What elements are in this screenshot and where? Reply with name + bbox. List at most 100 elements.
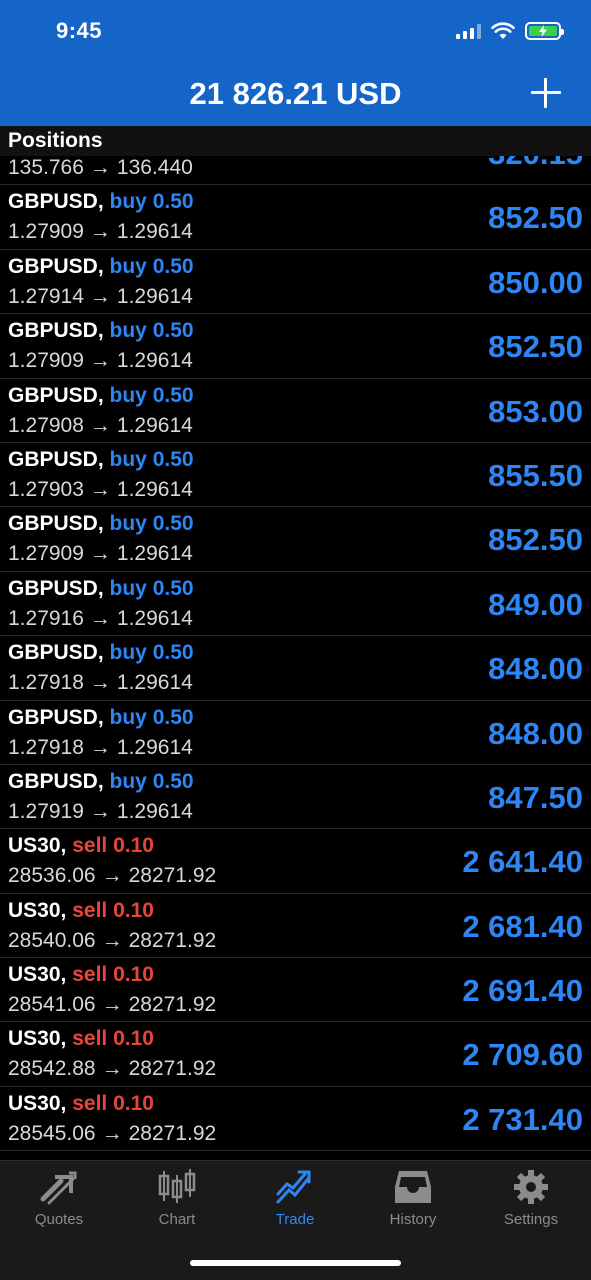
- position-row[interactable]: GBPUSD, buy 0.50 1.27908 → 1.29614 853.00: [0, 379, 591, 443]
- position-prices: 28542.88 → 28271.92: [8, 1057, 216, 1081]
- current-price: 1.29614: [116, 799, 193, 823]
- position-row[interactable]: GBPUSD, buy 0.50 1.27919 → 1.29614 847.50: [0, 765, 591, 830]
- position-row[interactable]: GBPUSD, buy 0.50 1.27916 → 1.29614 849.00: [0, 572, 591, 637]
- positions-list[interactable]: Positions 135.766→136.440320.15GBPUSD, b…: [0, 126, 591, 1160]
- position-side: buy: [109, 769, 147, 793]
- current-price: 1.29614: [116, 284, 193, 308]
- arrow-right-icon: →: [89, 542, 111, 566]
- positions-rows: 135.766→136.440320.15GBPUSD, buy 0.501.2…: [0, 126, 591, 1152]
- position-side: buy: [109, 576, 147, 600]
- home-indicator: [190, 1260, 401, 1266]
- position-symbol: GBPUSD,: [8, 190, 104, 214]
- history-icon: [395, 1171, 431, 1203]
- position-row[interactable]: GBPUSD, buy 0.50 1.27903 → 1.29614 855.50: [0, 443, 591, 508]
- position-prices: 1.27919 → 1.29614: [8, 800, 193, 824]
- position-header: GBPUSD, buy 0.50: [8, 641, 194, 665]
- arrow-right-icon: →: [89, 606, 111, 630]
- tab-settings[interactable]: Settings: [472, 1169, 590, 1228]
- position-symbol: US30,: [8, 1091, 67, 1115]
- arrow-right-icon: →: [101, 928, 123, 952]
- tab-quotes[interactable]: Quotes: [0, 1169, 118, 1228]
- position-profit: 852.50: [488, 329, 583, 365]
- arrow-right-icon: →: [89, 220, 111, 244]
- position-row[interactable]: US30, sell 0.10 28545.06 → 28271.92 2 731.40: [0, 1087, 591, 1152]
- add-position-button[interactable]: [531, 78, 561, 108]
- position-profit: 853.00: [488, 393, 583, 429]
- current-price: 1.29614: [116, 477, 193, 501]
- current-price: 1.29614: [116, 220, 193, 244]
- position-row[interactable]: GBPUSD, buy 0.50 1.27918 → 1.29614 848.00: [0, 636, 591, 701]
- arrow-right-icon: →: [89, 799, 111, 823]
- open-price: 28545.06: [8, 1121, 96, 1145]
- current-price: 1.29614: [116, 542, 193, 566]
- current-price: 28271.92: [128, 1121, 217, 1145]
- trade-icon: [276, 1170, 311, 1204]
- tab-label: Quotes: [34, 1211, 84, 1228]
- tab-chart[interactable]: Chart: [118, 1169, 236, 1228]
- position-row[interactable]: GBPUSD, buy 0.50 1.27909 → 1.29614 852.50: [0, 185, 591, 250]
- position-prices: 1.27903 → 1.29614: [8, 478, 193, 502]
- position-row[interactable]: US30, sell 0.10 28541.06 → 28271.92 2 691.40: [0, 958, 591, 1023]
- position-prices: 1.27909 → 1.29614: [8, 349, 193, 373]
- open-price: 1.27909: [8, 349, 84, 373]
- position-header: GBPUSD, buy 0.50: [8, 190, 194, 214]
- position-volume: 0.50: [152, 319, 194, 343]
- position-profit: 849.00: [488, 586, 583, 622]
- position-prices: 1.27918 → 1.29614: [8, 671, 193, 695]
- open-price: 1.27909: [8, 542, 84, 566]
- position-row[interactable]: GBPUSD, buy 0.50 1.27909 → 1.29614 852.50: [0, 507, 591, 572]
- position-header: GBPUSD, buy 0.50: [8, 577, 194, 601]
- position-side: buy: [109, 383, 147, 407]
- current-price: 28271.92: [128, 928, 217, 952]
- arrow-right-icon: →: [89, 477, 111, 501]
- position-symbol: GBPUSD,: [8, 576, 104, 600]
- position-row[interactable]: GBPUSD, buy 0.50 1.27918 → 1.29614 848.00: [0, 701, 591, 765]
- open-price: 1.27909: [8, 220, 84, 244]
- tab-label: Chart: [158, 1211, 196, 1228]
- position-symbol: GBPUSD,: [8, 319, 104, 343]
- position-profit: 855.50: [488, 457, 583, 493]
- position-prices: 28540.06 → 28271.92: [8, 929, 216, 953]
- position-volume: 0.10: [113, 1091, 154, 1115]
- position-profit: 2 731.40: [462, 1101, 583, 1137]
- position-prices: 1.27908 → 1.29614: [8, 414, 193, 438]
- tab-history[interactable]: History: [354, 1169, 472, 1228]
- position-volume: 0.50: [152, 190, 194, 214]
- tab-label: Settings: [503, 1211, 559, 1228]
- position-row[interactable]: US30, sell 0.10 28542.88 → 28271.92 2 709.60: [0, 1022, 591, 1087]
- position-prices: 1.27909 → 1.29614: [8, 542, 193, 566]
- position-profit: 847.50: [488, 779, 583, 815]
- open-price: 1.27908: [8, 413, 84, 437]
- position-volume: 0.50: [152, 447, 194, 471]
- position-symbol: GBPUSD,: [8, 383, 104, 407]
- settings-icon: [514, 1170, 548, 1204]
- open-price: 28540.06: [8, 928, 96, 952]
- position-side: sell: [72, 1027, 108, 1051]
- position-row[interactable]: GBPUSD, buy 0.50 1.27909 → 1.29614 852.50: [0, 314, 591, 379]
- position-symbol: US30,: [8, 1027, 67, 1051]
- open-price: 1.27903: [8, 477, 84, 501]
- position-volume: 0.10: [113, 898, 154, 922]
- position-side: buy: [109, 705, 147, 729]
- position-header: US30, sell 0.10: [8, 963, 154, 987]
- position-header: GBPUSD, buy 0.50: [8, 255, 194, 279]
- position-profit: 852.50: [488, 522, 583, 558]
- arrow-right-icon: →: [89, 349, 111, 373]
- open-price: 28542.88: [8, 1057, 96, 1081]
- section-header-positions: Positions: [0, 126, 591, 156]
- position-row[interactable]: US30, sell 0.10 28536.06 → 28271.92 2 641.40: [0, 829, 591, 894]
- position-side: sell: [72, 1091, 108, 1115]
- position-header: GBPUSD, buy 0.50: [8, 448, 194, 472]
- position-volume: 0.50: [152, 769, 194, 793]
- position-row[interactable]: GBPUSD, buy 0.50 1.27914 → 1.29614 850.00: [0, 250, 591, 315]
- position-profit: 2 691.40: [462, 973, 583, 1009]
- tab-trade[interactable]: Trade: [236, 1169, 354, 1228]
- position-prices: 1.27909 → 1.29614: [8, 220, 193, 244]
- position-prices: 28541.06 → 28271.92: [8, 993, 216, 1017]
- position-side: buy: [109, 319, 147, 343]
- position-symbol: GBPUSD,: [8, 705, 104, 729]
- account-balance: 21 826.21 USD: [189, 76, 402, 111]
- position-row[interactable]: US30, sell 0.10 28540.06 → 28271.92 2 681.40: [0, 894, 591, 959]
- position-prices: 1.27914 → 1.29614: [8, 285, 193, 309]
- position-volume: 0.10: [113, 963, 154, 987]
